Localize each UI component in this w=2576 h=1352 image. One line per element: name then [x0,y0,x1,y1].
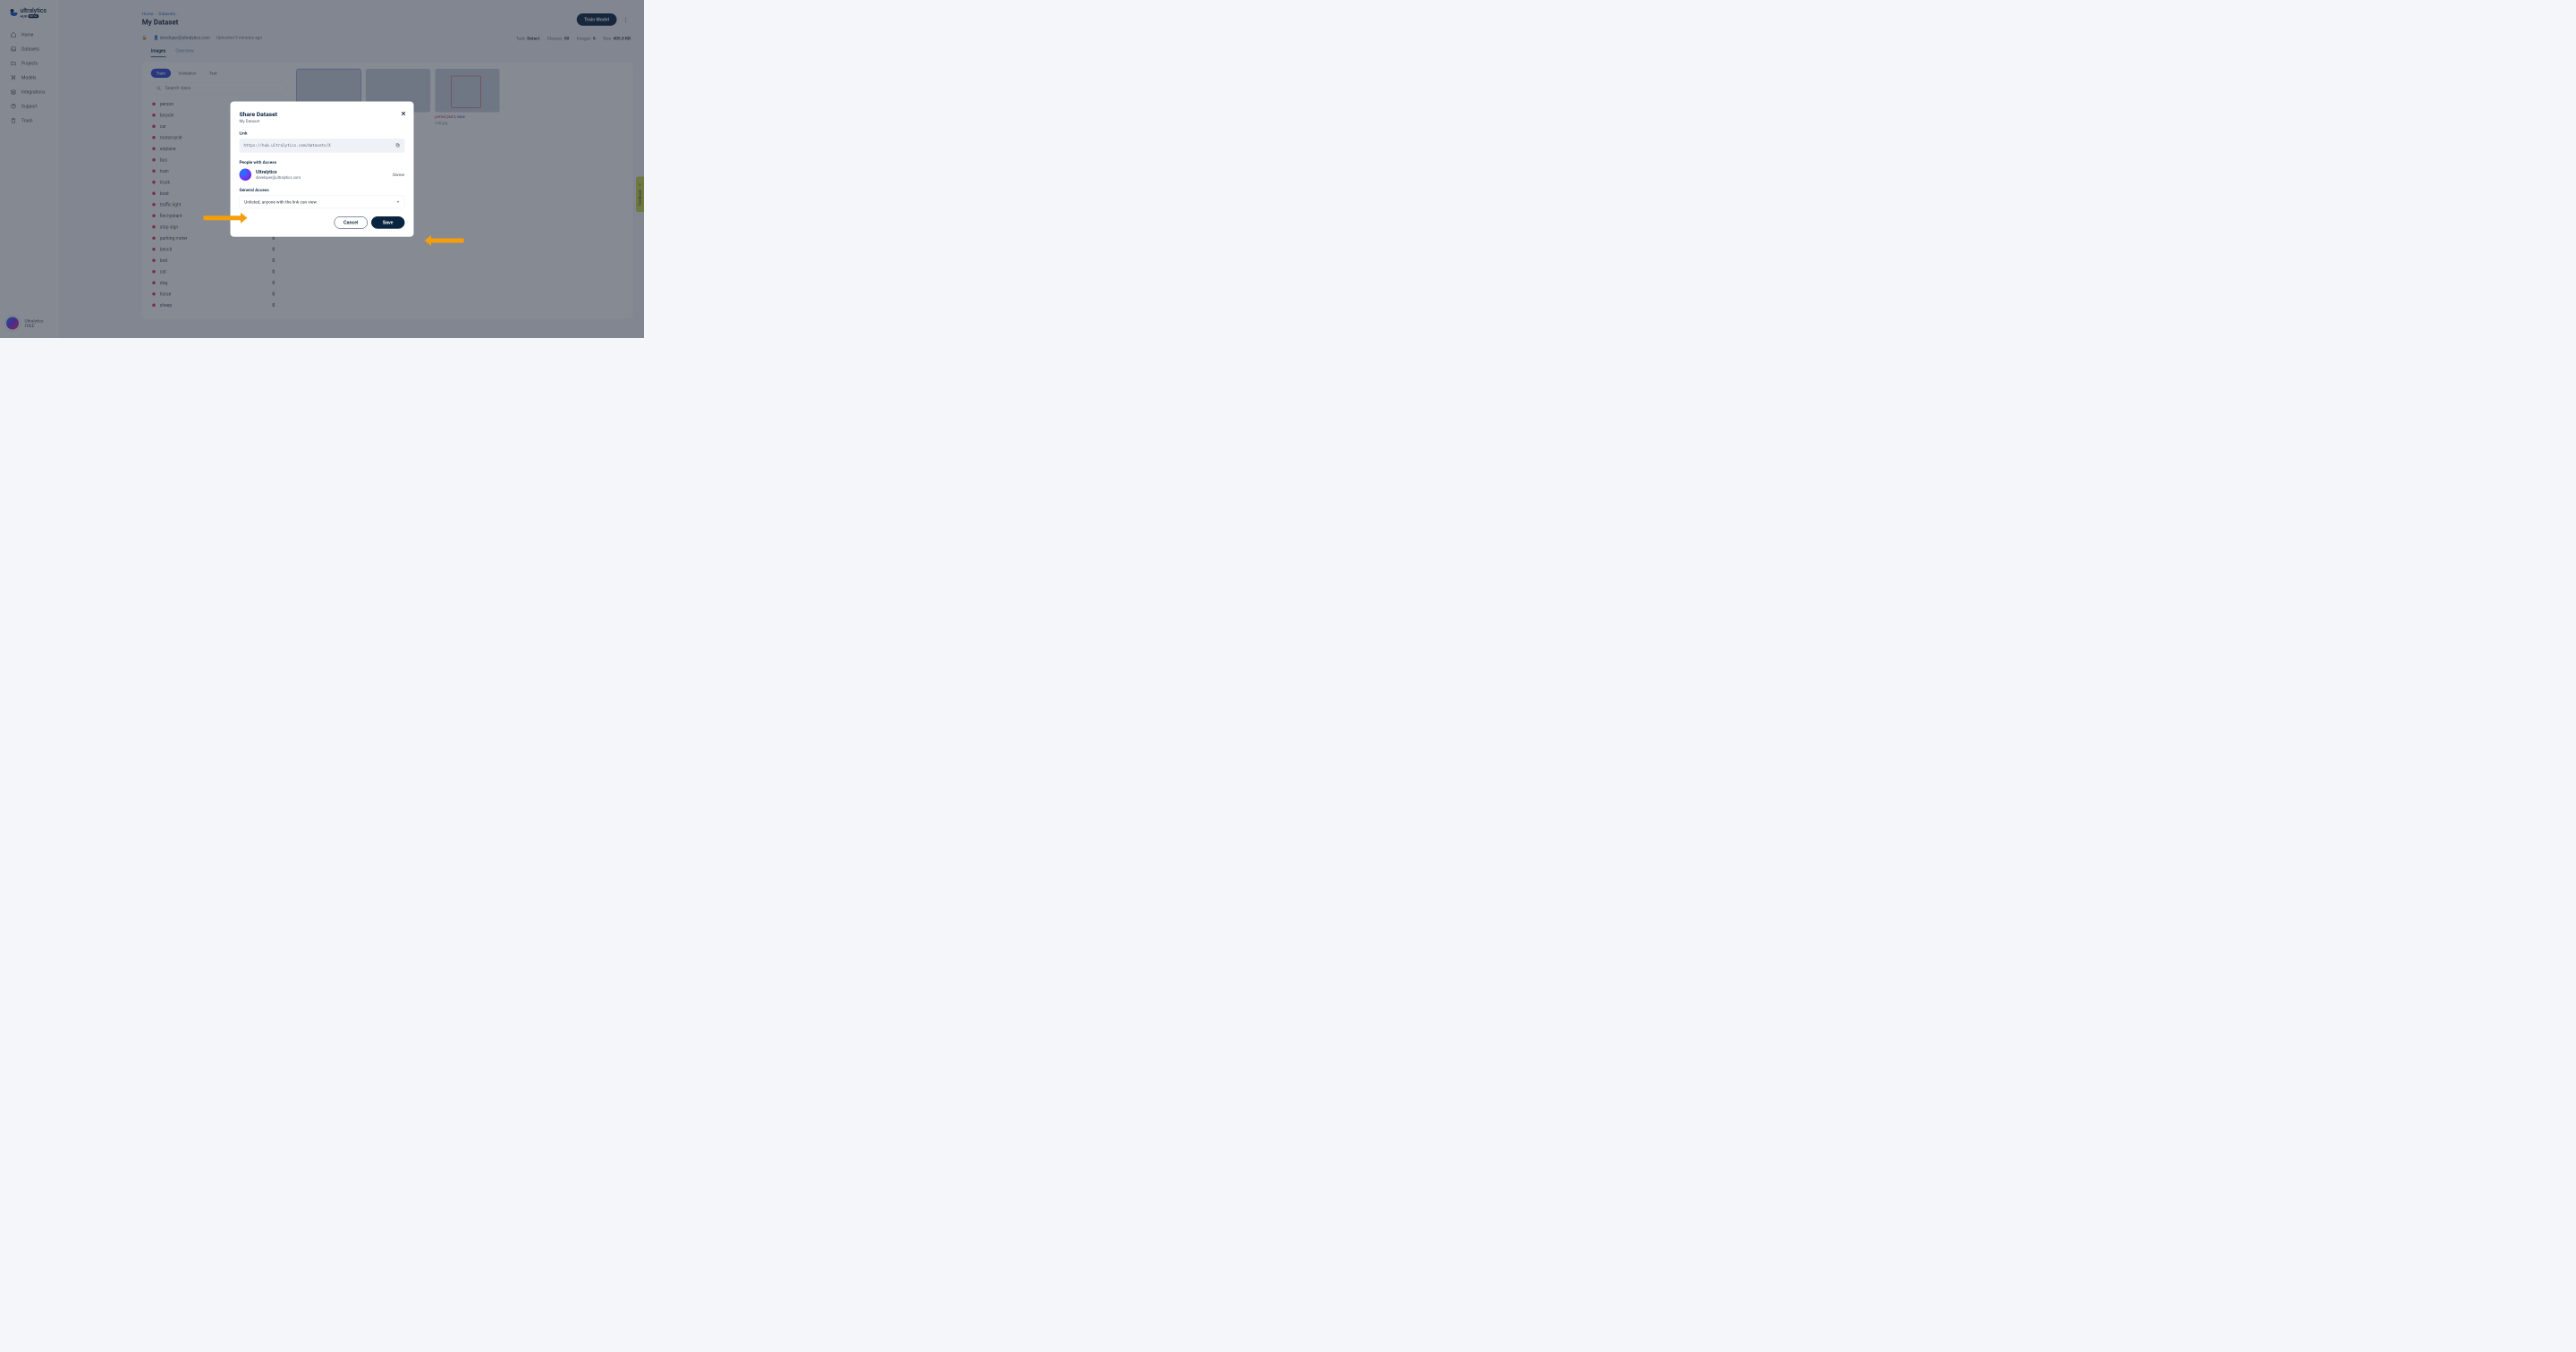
cancel-button[interactable]: Cancel [335,216,369,229]
access-label: People with Access [240,159,405,165]
save-button[interactable]: Save [371,216,405,229]
annotation-arrow [204,215,242,220]
select-value: Unlisted, anyone with the link can view [244,199,317,205]
general-access-select[interactable]: Unlisted, anyone with the link can view … [240,196,405,208]
link-label: Link [240,131,405,136]
annotation-arrow [430,239,464,243]
share-url: https://hub.ultralytics.com/datasets/X [244,143,396,148]
access-user-email: developer@ultralytics.com [256,175,301,180]
modal-overlay: ✕ Share Dataset My Dataset Link https://… [0,0,644,338]
copy-icon[interactable] [395,142,401,148]
access-user-name: Ultralytics [256,169,301,174]
close-button[interactable]: ✕ [401,110,406,117]
access-user-role: Owner [393,172,405,177]
chevron-down-icon: ▼ [396,200,399,204]
access-user-row: Ultralytics developer@ultralytics.com Ow… [240,168,405,181]
general-access-label: General Access [240,187,405,192]
avatar [240,168,252,181]
modal-subtitle: My Dataset [240,119,405,123]
modal-title: Share Dataset [240,110,405,117]
share-dataset-modal: ✕ Share Dataset My Dataset Link https://… [231,101,414,236]
share-link: https://hub.ultralytics.com/datasets/X [240,139,405,153]
